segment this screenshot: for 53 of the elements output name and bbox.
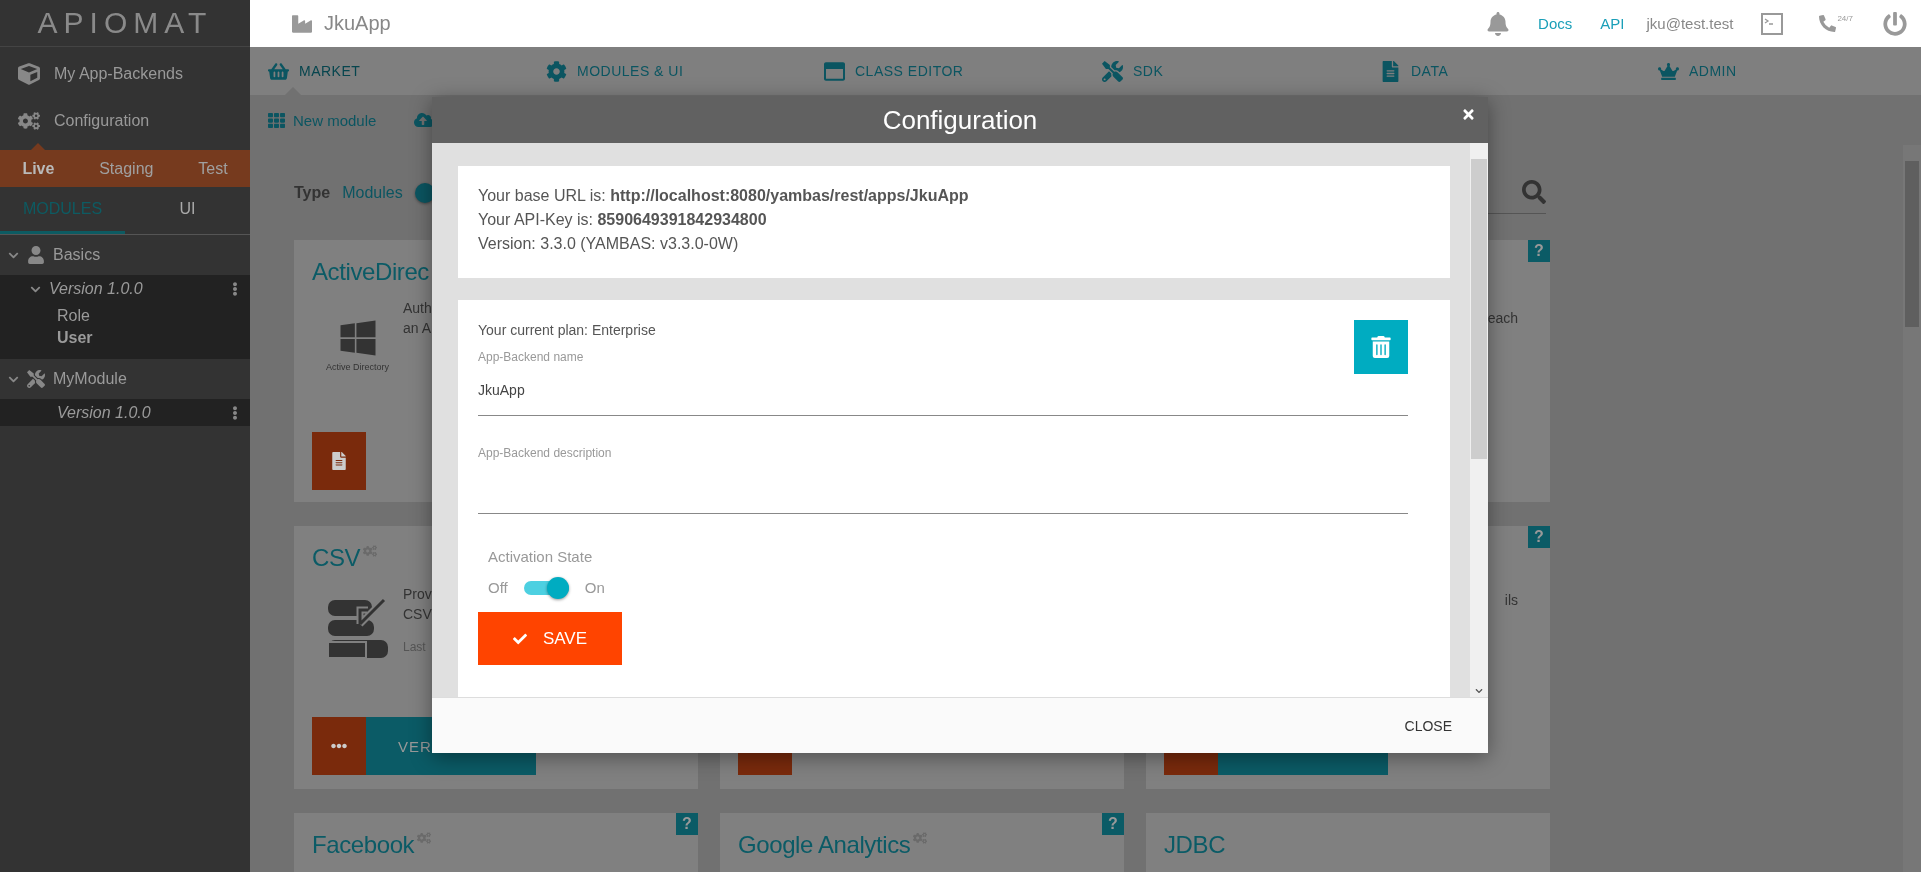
environment-tab[interactable]: Staging [99,159,154,178]
module-title[interactable]: Google Analytics [738,831,911,859]
text-field[interactable]: JkuApp [478,364,1408,416]
filter-label: Type [294,183,331,202]
close-button[interactable]: CLOSE [1398,716,1458,735]
top-link[interactable]: API [1600,15,1625,32]
module-description: Auth [403,299,432,318]
user-email[interactable]: jku@test.test [1646,15,1734,32]
environment-tab[interactable]: Test [198,159,228,178]
module-description: Prov [403,585,432,604]
module-description: each [1487,310,1518,326]
field-label: App-Backend description [478,446,613,460]
module-description: an A [403,319,432,338]
panel-tab[interactable]: UI [125,187,250,234]
plan-text: Your current plan: Enterprise [478,322,657,338]
help-button[interactable]: ? [1528,240,1550,262]
help-button[interactable]: ? [1102,813,1124,835]
module-title[interactable]: JDBC [1164,831,1226,859]
module-description: ils [1504,592,1518,608]
nav-tab[interactable]: CLASS EDITOR [855,63,964,79]
tree-item[interactable]: MyModule [53,370,127,388]
filter-value[interactable]: Modules [342,183,403,202]
top-link[interactable]: Docs [1538,15,1573,32]
sidebar-link[interactable]: Configuration [54,111,150,130]
nav-tab[interactable]: SDK [1133,63,1164,79]
class-item[interactable]: Role [57,307,90,325]
help-button[interactable]: ? [1528,526,1550,548]
field-label: App-Backend name [478,350,585,364]
support-label: 24/7 [1837,14,1853,23]
off-label: Off [488,579,508,596]
new-module-button[interactable]: New module [268,111,377,129]
module-title[interactable]: Facebook [312,831,415,859]
module-description: CSV [403,605,432,624]
activation-label: Activation State [488,548,594,565]
tree-item[interactable]: Basics [53,246,101,264]
module-title[interactable]: CSV [312,544,361,572]
on-label: On [584,579,605,596]
nav-tab[interactable]: ADMIN [1689,63,1737,79]
info-line: Version: 3.3.0 (YAMBAS: v3.3.0-0W) [478,234,740,254]
environment-tab[interactable]: Live [22,159,55,178]
nav-tab[interactable]: MARKET [299,63,361,79]
info-line: Your base URL is: http://localhost:8080/yambas/rest/apps/JkuApp [478,186,970,206]
help-button[interactable]: ? [676,813,698,835]
sidebar-link[interactable]: My App-Backends [54,64,183,83]
class-item[interactable]: User [57,329,93,347]
save-button[interactable]: SAVE [478,612,622,665]
logo-caption: Active Directory [326,362,389,372]
app-name: JkuApp [324,12,391,35]
info-line: Your API-Key is: 8590649391842934800 [478,210,768,230]
module-title[interactable]: ActiveDirec [312,258,429,286]
dialog-title: Configuration [882,104,1038,136]
nav-tab[interactable]: MODULES & UI [577,63,684,79]
nav-tab[interactable]: DATA [1411,63,1449,79]
